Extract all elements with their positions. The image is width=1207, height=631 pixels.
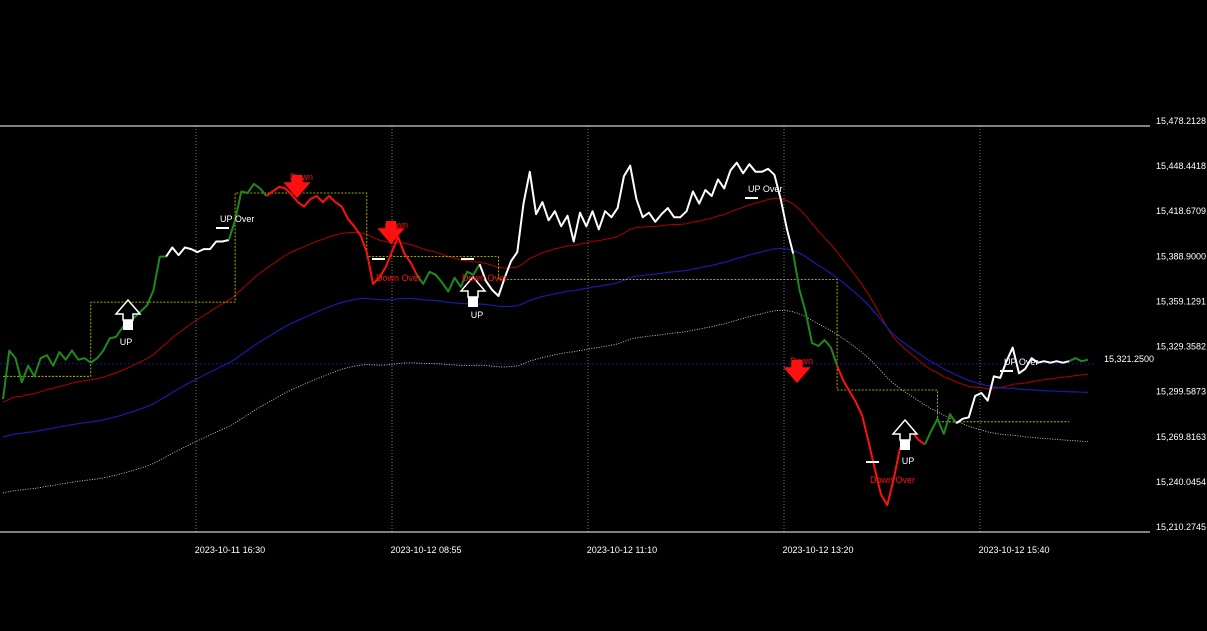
up-arrow-base bbox=[900, 440, 910, 450]
signal-label: UP Over bbox=[748, 184, 782, 194]
signal-label: Down bbox=[385, 220, 408, 230]
y-tick-label: 15,388.9000 bbox=[1156, 251, 1206, 261]
x-tick-label: 2023-10-12 13:20 bbox=[782, 545, 853, 555]
up-arrow-base bbox=[123, 320, 133, 330]
y-tick-label: 15,418.6709 bbox=[1156, 206, 1206, 216]
y-tick-label: 15,478.2128 bbox=[1156, 116, 1206, 126]
signal-label: UP bbox=[471, 310, 484, 320]
y-tick-label: 15,448.4418 bbox=[1156, 161, 1206, 171]
current-price-label: 15,321.2500 bbox=[1104, 354, 1154, 364]
y-tick-label: 15,269.8163 bbox=[1156, 432, 1206, 442]
signal-label: Down Over bbox=[870, 475, 915, 485]
signal-label: Down bbox=[790, 356, 813, 366]
y-tick-label: 15,359.1291 bbox=[1156, 296, 1206, 306]
y-tick-label: 15,240.0454 bbox=[1156, 477, 1206, 487]
price-chart: 2023-10-11 16:30 2023-10-12 08:55 2023-10-… bbox=[0, 0, 1207, 626]
x-tick-label: 2023-10-12 15:40 bbox=[978, 545, 1049, 555]
x-tick-label: 2023-10-12 11:10 bbox=[587, 545, 657, 555]
chart-area[interactable]: 2023-10-11 16:30 2023-10-12 08:55 2023-10-… bbox=[0, 0, 1207, 626]
x-tick-label: 2023-10-12 08:55 bbox=[390, 545, 461, 555]
up-arrow-base bbox=[468, 297, 478, 307]
signal-label: Down Over bbox=[462, 273, 507, 283]
signal-label: UP Over bbox=[220, 214, 254, 224]
signal-label: Down Over bbox=[376, 273, 421, 283]
signal-label: Down bbox=[290, 172, 313, 182]
signal-label: UP Over bbox=[1004, 357, 1038, 367]
x-tick-label: 2023-10-11 16:30 bbox=[195, 545, 265, 555]
y-tick-label: 15,329.3582 bbox=[1156, 342, 1206, 352]
y-tick-label: 15,210.2745 bbox=[1156, 522, 1206, 532]
signal-label: UP bbox=[902, 456, 915, 466]
y-tick-label: 15,299.5873 bbox=[1156, 387, 1206, 397]
signal-label: UP bbox=[120, 337, 133, 347]
